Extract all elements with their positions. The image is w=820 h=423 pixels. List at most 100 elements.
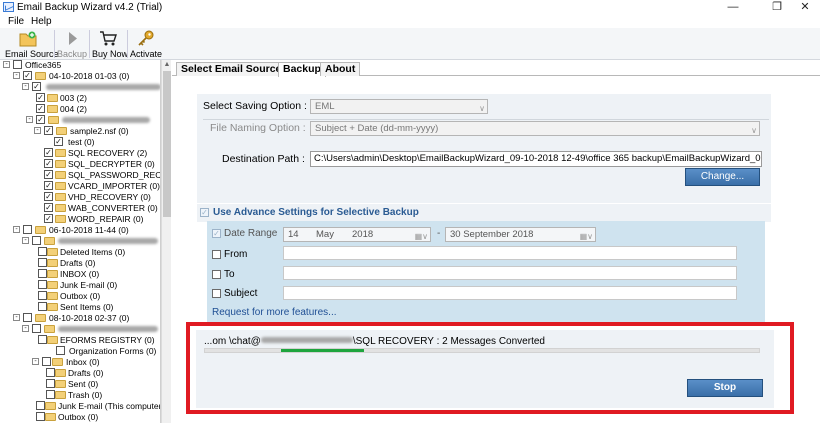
to-input[interactable] — [283, 266, 737, 280]
collapse-icon[interactable]: - — [22, 325, 29, 332]
date-from-picker[interactable]: 14 May 2018 ▦∨ — [283, 227, 431, 242]
tree-checkbox[interactable]: ✓ — [44, 203, 53, 212]
tree-checkbox[interactable]: ✓ — [54, 137, 63, 146]
tree-checkbox[interactable] — [23, 225, 32, 234]
subject-checkbox[interactable] — [212, 289, 221, 298]
buy-now-button[interactable]: Buy Now — [92, 29, 128, 59]
tree-checkbox[interactable]: ✓ — [36, 104, 45, 113]
tree-checkbox[interactable] — [36, 401, 45, 410]
menu-file[interactable]: File — [8, 16, 24, 27]
menu-help[interactable]: Help — [31, 16, 52, 27]
collapse-icon[interactable]: - — [22, 83, 29, 90]
collapse-icon[interactable]: - — [13, 72, 20, 79]
tree-checkbox[interactable]: ✓ — [44, 148, 53, 157]
tree-checkbox[interactable] — [38, 302, 47, 311]
from-checkbox[interactable] — [212, 250, 221, 259]
tree-node-account[interactable]: - ✓ — [26, 115, 160, 125]
tree-checkbox[interactable] — [13, 60, 22, 69]
tree-checkbox[interactable]: ✓ — [44, 126, 53, 135]
tree-checkbox[interactable]: ✓ — [36, 115, 45, 124]
date-to-picker[interactable]: 30 September 2018 ▦∨ — [445, 227, 596, 242]
tree-checkbox[interactable]: ✓ — [44, 214, 53, 223]
collapse-icon[interactable]: - — [3, 61, 10, 68]
tree-checkbox[interactable] — [42, 357, 51, 366]
close-icon[interactable]: ✕ — [790, 0, 820, 15]
collapse-icon[interactable]: - — [13, 226, 20, 233]
email-source-button[interactable]: Email Source — [5, 29, 59, 59]
minimize-icon[interactable]: — — [718, 0, 748, 15]
tree-checkbox[interactable] — [38, 258, 47, 267]
saving-option-select[interactable]: EML ∨ — [310, 99, 488, 114]
request-features-link[interactable]: Request for more features... — [212, 307, 337, 318]
tab-select-email-source[interactable]: Select Email Source — [176, 62, 287, 76]
restore-icon[interactable]: ❐ — [762, 0, 792, 15]
scroll-up-icon[interactable]: ▲ — [162, 60, 172, 70]
folder-icon — [44, 237, 55, 245]
tree-checkbox[interactable]: ✓ — [44, 170, 53, 179]
tree-checkbox[interactable] — [38, 291, 47, 300]
redacted-email — [58, 326, 158, 332]
tree-checkbox[interactable] — [38, 280, 47, 289]
advance-settings-header: ✓ Use Advance Settings for Selective Bac… — [197, 204, 771, 222]
chevron-down-icon: ∨ — [751, 126, 757, 135]
tree-checkbox[interactable]: ✓ — [36, 93, 45, 102]
backup-button[interactable]: Backup — [57, 29, 87, 59]
tree-checkbox[interactable] — [23, 313, 32, 322]
folder-icon — [55, 160, 66, 168]
window-title: Email Backup Wizard v4.2 (Trial) — [17, 2, 163, 13]
tree-checkbox[interactable] — [46, 390, 55, 399]
tree-checkbox[interactable] — [32, 324, 41, 333]
highlight-annotation — [186, 322, 794, 414]
tree-checkbox[interactable]: ✓ — [44, 192, 53, 201]
subject-input[interactable] — [283, 286, 737, 300]
tree-checkbox[interactable] — [56, 346, 65, 355]
tab-backup[interactable]: Backup — [278, 62, 326, 77]
tree-checkbox[interactable]: ✓ — [23, 71, 32, 80]
folder-icon — [55, 204, 66, 212]
collapse-icon[interactable]: - — [22, 237, 29, 244]
collapse-icon[interactable]: - — [32, 358, 39, 365]
tree-node-account[interactable]: - — [22, 236, 160, 246]
tree-checkbox[interactable]: ✓ — [44, 181, 53, 190]
to-checkbox[interactable] — [212, 270, 221, 279]
tree-node-account[interactable]: - — [22, 324, 160, 334]
tree-scrollbar[interactable]: ▲ — [161, 60, 171, 423]
collapse-icon[interactable]: - — [26, 116, 33, 123]
folder-icon — [55, 149, 66, 157]
tree-checkbox[interactable] — [38, 247, 47, 256]
advance-settings-checkbox[interactable]: ✓ — [200, 208, 209, 217]
menu-bar: File Help — [0, 15, 820, 28]
from-label: From — [224, 249, 248, 260]
tree-checkbox[interactable] — [38, 269, 47, 278]
scroll-thumb[interactable] — [163, 71, 171, 217]
folder-icon — [55, 193, 66, 201]
email-source-label: Email Source — [5, 49, 59, 59]
tree-checkbox[interactable] — [36, 412, 45, 421]
backup-label: Backup — [57, 49, 88, 59]
toolbar-separator — [54, 30, 55, 58]
folder-icon — [45, 402, 56, 410]
folder-tree: - Office365 - ✓ 04-10-2018 01-03 (0) - ✓… — [0, 60, 161, 423]
naming-option-select[interactable]: Subject + Date (dd-mm-yyyy) ∨ — [310, 121, 760, 136]
tree-checkbox[interactable] — [46, 379, 55, 388]
change-button[interactable]: Change... — [685, 168, 760, 186]
activate-label: Activate — [130, 49, 163, 59]
date-range-checkbox[interactable]: ✓ — [212, 229, 221, 238]
tree-checkbox[interactable] — [46, 368, 55, 377]
redacted-email — [62, 117, 150, 123]
tree-checkbox[interactable]: ✓ — [32, 82, 41, 91]
tree-checkbox[interactable] — [32, 236, 41, 245]
collapse-icon[interactable]: - — [34, 127, 41, 134]
naming-option-label: File Naming Option : — [210, 122, 306, 134]
folder-icon — [55, 182, 66, 190]
tree-checkbox[interactable] — [38, 335, 47, 344]
collapse-icon[interactable]: - — [13, 314, 20, 321]
tree-checkbox[interactable]: ✓ — [44, 159, 53, 168]
tree-node-account[interactable]: - ✓ — [22, 82, 160, 92]
destination-path-input[interactable]: C:\Users\admin\Desktop\EmailBackupWizard… — [310, 151, 762, 167]
activate-button[interactable]: Activate — [130, 29, 162, 59]
from-input[interactable] — [283, 246, 737, 260]
folder-icon — [35, 226, 46, 234]
to-label: To — [224, 269, 235, 280]
tab-about[interactable]: About — [320, 62, 361, 76]
